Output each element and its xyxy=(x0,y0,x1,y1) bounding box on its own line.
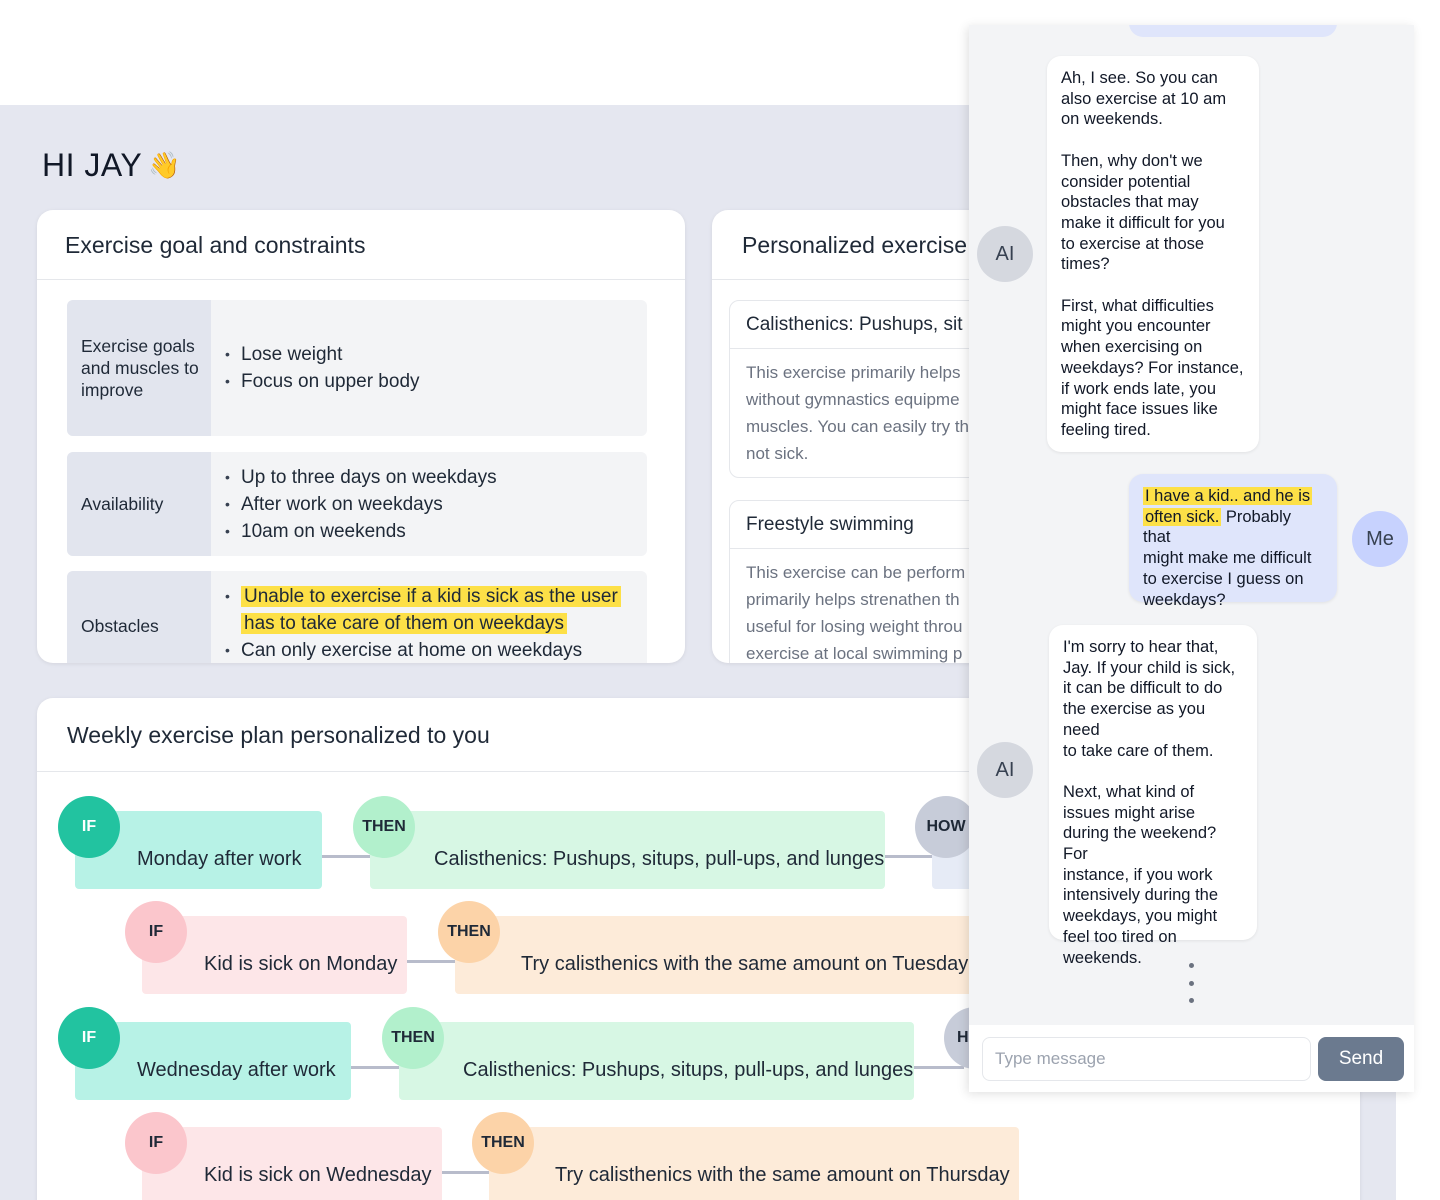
then-badge: THEN xyxy=(382,1007,444,1069)
exercise-goal-card: Exercise goal and constraints Exercise g… xyxy=(37,210,685,663)
list-item: Focus on upper body xyxy=(225,368,420,395)
highlighted-obstacle: Unable to exercise if a kid is sick as t… xyxy=(241,586,621,634)
goal-row-list: Up to three days on weekdays After work … xyxy=(211,452,497,556)
connector xyxy=(407,960,457,963)
list-item: Lose weight xyxy=(225,341,420,368)
exercise-card-title: Personalized exercise xyxy=(712,210,1012,280)
goal-row-label: Obstacles xyxy=(67,571,211,663)
list-item: Can only exercise at home on weekdays xyxy=(225,637,631,663)
then-pill-wednesday[interactable]: Calisthenics: Pushups, situps, pull-ups,… xyxy=(399,1022,914,1100)
if-badge: IF xyxy=(125,1112,187,1174)
greeting: HI JAY 👋 xyxy=(42,147,181,184)
goal-row-availability: Availability Up to three days on weekday… xyxy=(67,452,647,556)
highlighted-text: often sick. xyxy=(1143,507,1222,526)
goal-row-list: Lose weight Focus on upper body xyxy=(211,300,420,436)
goal-row-goals: Exercise goals and muscles to improve Lo… xyxy=(67,300,647,436)
waving-hand-icon: 👋 xyxy=(148,150,182,180)
goal-row-list: Unable to exercise if a kid is sick as t… xyxy=(211,571,631,663)
goal-row-obstacles: Obstacles Unable to exercise if a kid is… xyxy=(67,571,647,663)
connector xyxy=(322,855,372,858)
user-message: I have a kid.. and he is often sick. Prob… xyxy=(1129,474,1337,609)
send-button[interactable]: Send xyxy=(1318,1037,1404,1081)
user-avatar: Me xyxy=(1352,511,1408,567)
list-item: 10am on weekends xyxy=(225,518,497,545)
then-pill-monday[interactable]: Calisthenics: Pushups, situps, pull-ups,… xyxy=(370,811,885,889)
if-pill-kid-sick-wednesday[interactable]: Kid is sick on Wednesday xyxy=(142,1127,442,1200)
if-badge: IF xyxy=(125,901,187,963)
more-icon[interactable] xyxy=(1187,963,1195,1003)
connector xyxy=(351,1066,401,1069)
chat-panel: Ah, I see. So you can also exercise at 1… xyxy=(969,25,1414,1092)
personalized-exercise-card: Personalized exercise Calisthenics: Push… xyxy=(712,210,1012,663)
goal-card-title: Exercise goal and constraints xyxy=(37,210,685,280)
then-badge: THEN xyxy=(438,901,500,963)
greeting-text: HI JAY xyxy=(42,147,143,183)
then-pill-thursday[interactable]: Try calisthenics with the same amount on… xyxy=(489,1127,1019,1200)
message-input[interactable] xyxy=(982,1037,1311,1081)
list-item: Up to three days on weekdays xyxy=(225,464,497,491)
if-badge: IF xyxy=(58,796,120,858)
goal-row-label: Availability xyxy=(67,452,211,556)
connector xyxy=(442,1171,492,1174)
goal-row-label: Exercise goals and muscles to improve xyxy=(67,300,211,436)
ai-message: I'm sorry to hear that, Jay. If your chi… xyxy=(1049,625,1257,967)
list-item: After work on weekdays xyxy=(225,491,497,518)
ai-avatar: AI xyxy=(977,742,1033,798)
message-input-bar: Send xyxy=(969,1025,1414,1092)
list-item-highlighted: Unable to exercise if a kid is sick as t… xyxy=(225,583,631,637)
connector xyxy=(914,1066,964,1069)
then-badge: THEN xyxy=(353,796,415,858)
connector xyxy=(885,855,935,858)
then-pill-tuesday[interactable]: Try calisthenics with the same amount on… xyxy=(455,916,975,994)
if-badge: IF xyxy=(58,1007,120,1069)
ai-message: Ah, I see. So you can also exercise at 1… xyxy=(1047,56,1259,452)
highlighted-text: I have a kid.. and he is xyxy=(1143,487,1313,505)
how-badge: HOW xyxy=(915,796,977,858)
ai-avatar: AI xyxy=(977,226,1033,282)
then-badge: THEN xyxy=(472,1112,534,1174)
previous-message-bubble xyxy=(1129,25,1337,37)
